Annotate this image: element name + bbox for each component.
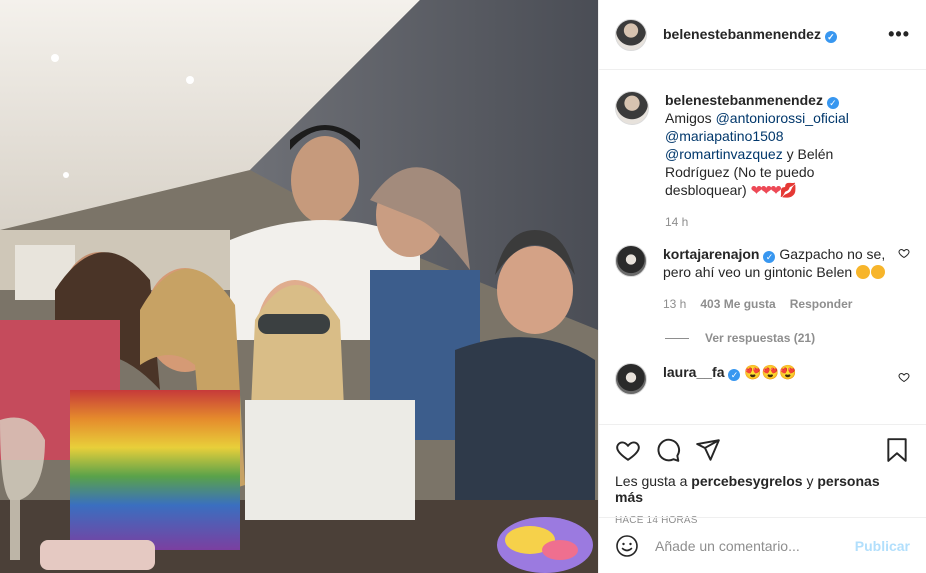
caption: belenestebanmenendez ✓ Amigos @antonioros… [615, 91, 910, 231]
post-actions: Les gusta a percebesygrelos y personas m… [599, 424, 926, 526]
commenter-avatar[interactable] [615, 363, 647, 395]
replies-divider [665, 337, 689, 339]
caption-intro: Amigos [665, 110, 712, 126]
kiss-emoji: 💋 [779, 182, 798, 198]
more-options-icon[interactable]: ••• [888, 24, 910, 45]
caption-author-avatar[interactable] [615, 91, 649, 125]
likes-summary: Les gusta a percebesygrelos y personas m… [615, 473, 880, 505]
post-details-panel: belenestebanmenendez ✓ ••• belenestebanme… [598, 0, 926, 573]
save-bookmark-icon[interactable] [884, 437, 910, 463]
share-paper-plane-icon[interactable] [695, 437, 721, 463]
publish-button[interactable]: Publicar [855, 538, 910, 554]
author-avatar[interactable] [615, 18, 647, 51]
caption-time[interactable]: 14 h [665, 213, 688, 231]
commenter-avatar[interactable] [615, 245, 647, 277]
comments-section: belenestebanmenendez ✓ Amigos @antonioros… [599, 71, 926, 423]
comment-item: laura__fa ✓ 😍😍😍 [615, 363, 910, 395]
mention-link[interactable]: @antoniorossi_oficial [716, 110, 849, 126]
comment-text: 😍😍😍 [744, 364, 797, 380]
comment-like-heart-icon[interactable] [898, 247, 910, 259]
laughing-emoji-icon [856, 265, 871, 279]
likes-user-link[interactable]: percebesygrelos [691, 473, 802, 489]
author-username[interactable]: belenestebanmenendez ✓ [663, 26, 837, 43]
kissing-emoji-icon [871, 265, 886, 279]
comment-input[interactable] [655, 537, 855, 554]
mention-link[interactable]: @romartinvazquez [665, 146, 783, 162]
group-photo-illustration [0, 0, 598, 573]
comment-bubble-icon[interactable] [655, 437, 681, 463]
mention-link[interactable]: @mariapatino1508 [665, 128, 784, 144]
verified-badge-icon: ✓ [824, 31, 837, 43]
post-photo[interactable] [0, 0, 598, 573]
commenter-username[interactable]: laura__fa [663, 364, 724, 380]
verified-badge-icon: ✓ [826, 97, 839, 109]
comment-like-heart-icon[interactable] [898, 371, 910, 383]
add-comment-bar: Publicar [599, 517, 926, 573]
like-heart-icon[interactable] [615, 437, 641, 463]
comment-likes[interactable]: 403 Me gusta [700, 295, 775, 313]
verified-badge-icon: ✓ [728, 369, 741, 381]
caption-author-username[interactable]: belenestebanmenendez [665, 92, 823, 108]
emoji-smile-icon[interactable] [615, 534, 639, 558]
view-replies-button[interactable]: Ver respuestas (21) [665, 331, 910, 345]
verified-badge-icon: ✓ [763, 251, 776, 263]
comment-time[interactable]: 13 h [663, 295, 686, 313]
commenter-username[interactable]: kortajarenajon [663, 246, 759, 262]
post-header: belenestebanmenendez ✓ ••• [599, 0, 926, 70]
post-modal: belenestebanmenendez ✓ ••• belenestebanme… [0, 0, 926, 573]
comment-item: kortajarenajon ✓ Gazpacho no se, pero ahí… [615, 245, 910, 313]
reply-button[interactable]: Responder [790, 295, 853, 313]
hearts-emoji: ❤❤❤ [750, 182, 782, 198]
